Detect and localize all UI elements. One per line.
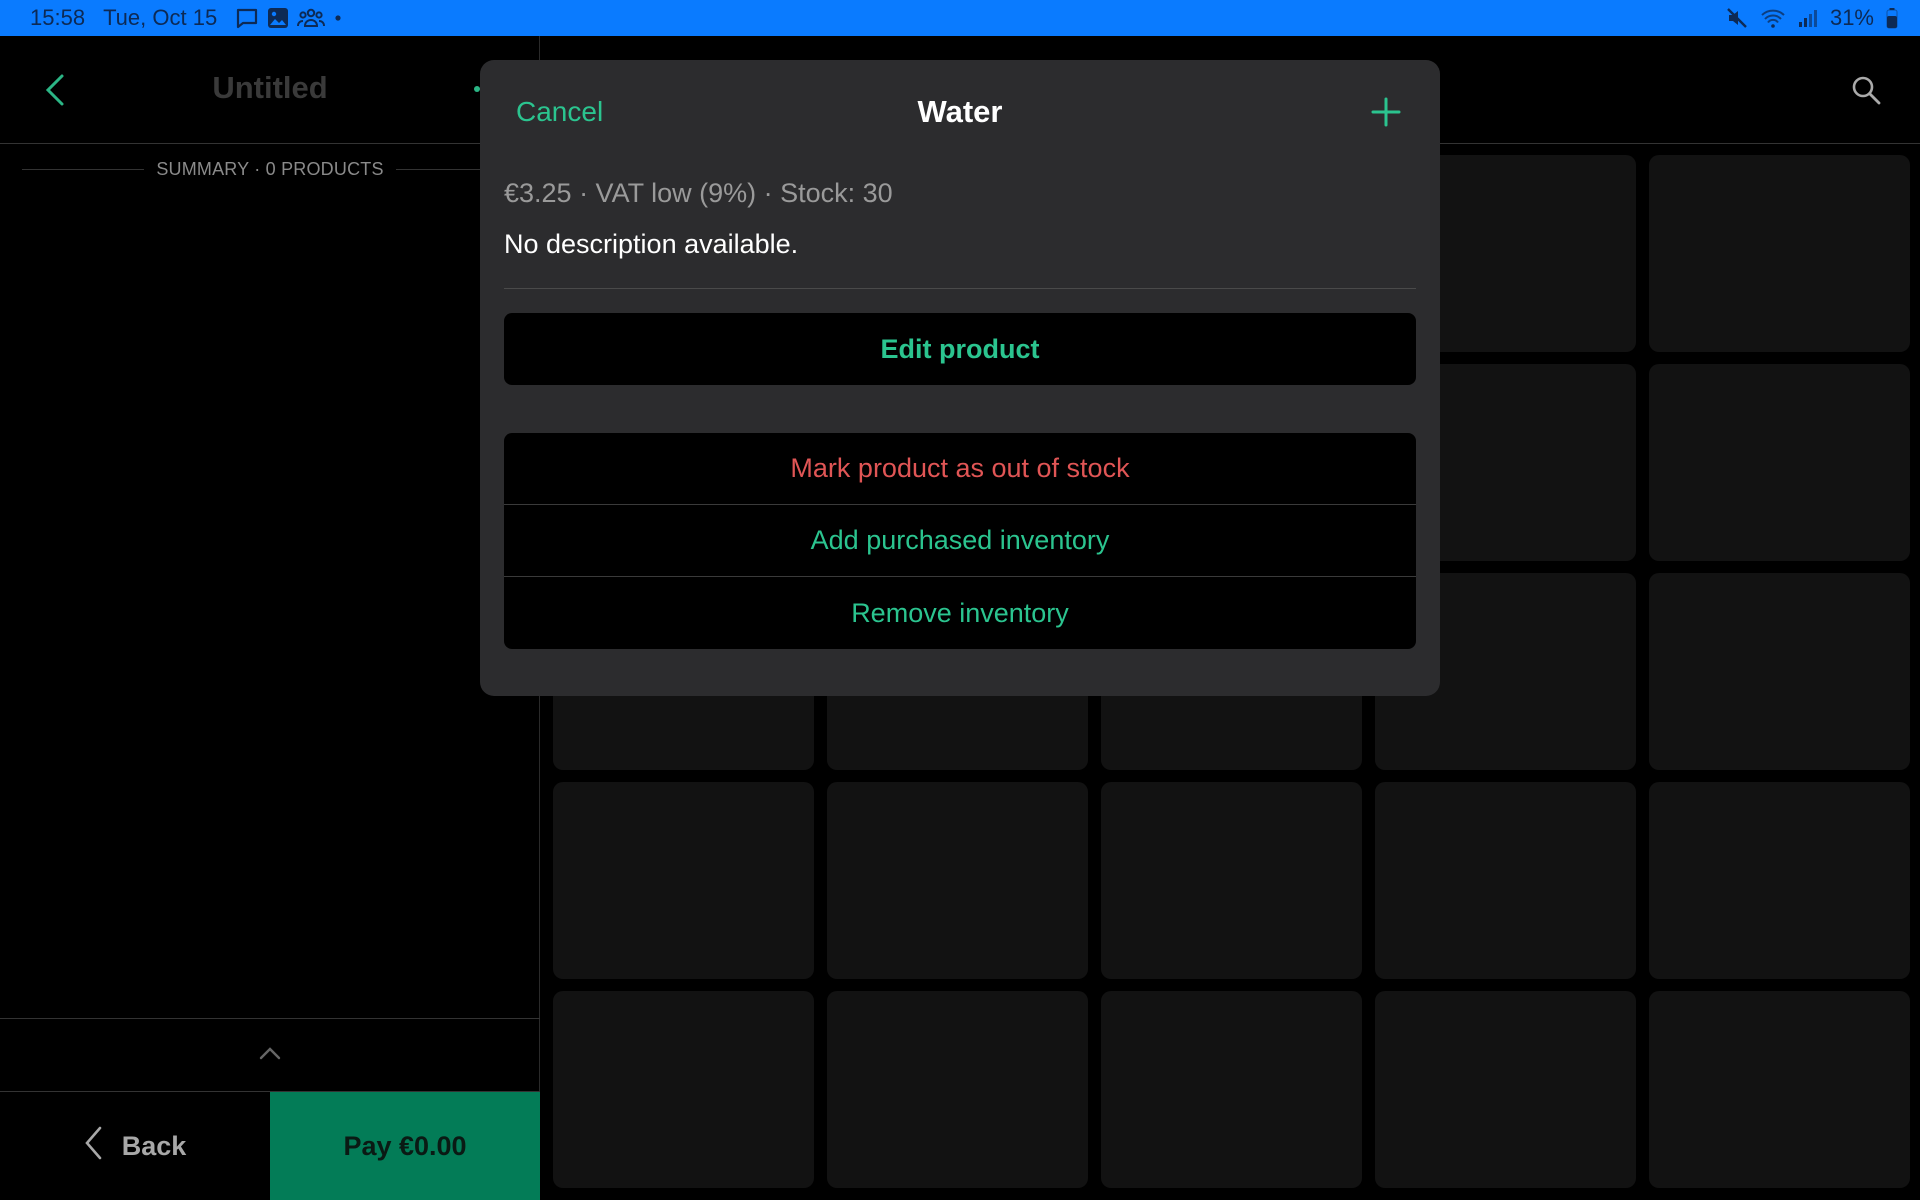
- product-tile[interactable]: [553, 782, 814, 979]
- product-description: No description available.: [504, 229, 799, 259]
- product-tile[interactable]: [553, 991, 814, 1188]
- battery-icon: [1886, 7, 1898, 29]
- status-bar: 15:58 Tue, Oct 15 31%: [0, 0, 1920, 36]
- pay-button[interactable]: Pay €0.00: [270, 1092, 540, 1200]
- add-purchased-inventory-button[interactable]: Add purchased inventory: [504, 505, 1416, 577]
- order-header: Untitled: [0, 36, 540, 144]
- back-label: Back: [121, 1130, 187, 1161]
- product-tile[interactable]: [1375, 782, 1636, 979]
- status-date: Tue, Oct 15: [103, 5, 218, 30]
- product-tile[interactable]: [1649, 991, 1910, 1188]
- order-panel: Untitled SUMMARY · 0 PRODUCTS Back Pay €…: [0, 36, 540, 1200]
- order-actions: Back Pay €0.00: [0, 1092, 540, 1200]
- summary-header: SUMMARY · 0 PRODUCTS: [0, 154, 540, 184]
- cancel-button[interactable]: Cancel: [516, 96, 603, 128]
- battery-percent: 31%: [1829, 5, 1874, 30]
- divider: [22, 168, 145, 170]
- product-meta: €3.25 · VAT low (9%) · Stock: 30: [504, 178, 893, 208]
- pay-label: Pay €0.00: [343, 1130, 467, 1161]
- product-tile[interactable]: [1649, 155, 1910, 352]
- modal-title: Water: [917, 94, 1003, 129]
- wifi-icon: [1760, 7, 1786, 29]
- chevron-left-icon: [84, 1125, 104, 1168]
- product-tile[interactable]: [1101, 782, 1362, 979]
- search-icon[interactable]: [1850, 74, 1882, 106]
- expand-summary-button[interactable]: [0, 1018, 540, 1092]
- product-tile[interactable]: [1649, 364, 1910, 561]
- people-icon: [297, 7, 326, 29]
- inventory-actions: Mark product as out of stock Add purchas…: [504, 433, 1416, 649]
- mute-icon: [1726, 7, 1748, 29]
- product-tile[interactable]: [1649, 573, 1910, 770]
- edit-product-button[interactable]: Edit product: [504, 313, 1416, 385]
- order-title[interactable]: Untitled: [0, 70, 540, 106]
- product-modal: Cancel Water €3.25 · VAT low (9%) · Stoc…: [480, 60, 1440, 696]
- product-tile[interactable]: [1101, 991, 1362, 1188]
- mark-out-of-stock-button[interactable]: Mark product as out of stock: [504, 433, 1416, 505]
- product-tile[interactable]: [827, 991, 1088, 1188]
- product-tile[interactable]: [1375, 991, 1636, 1188]
- gallery-icon: [267, 7, 289, 29]
- product-tile[interactable]: [1649, 782, 1910, 979]
- more-dot-icon: [333, 13, 343, 23]
- product-tile[interactable]: [827, 782, 1088, 979]
- message-icon: [235, 7, 259, 29]
- status-time: 15:58: [30, 5, 86, 30]
- back-button[interactable]: Back: [0, 1092, 270, 1200]
- divider: [504, 288, 1416, 289]
- chevron-up-icon: [258, 1046, 282, 1065]
- remove-inventory-button[interactable]: Remove inventory: [504, 577, 1416, 649]
- signal-icon: [1798, 8, 1818, 28]
- add-icon[interactable]: [1368, 94, 1404, 130]
- summary-label: SUMMARY · 0 PRODUCTS: [156, 158, 384, 179]
